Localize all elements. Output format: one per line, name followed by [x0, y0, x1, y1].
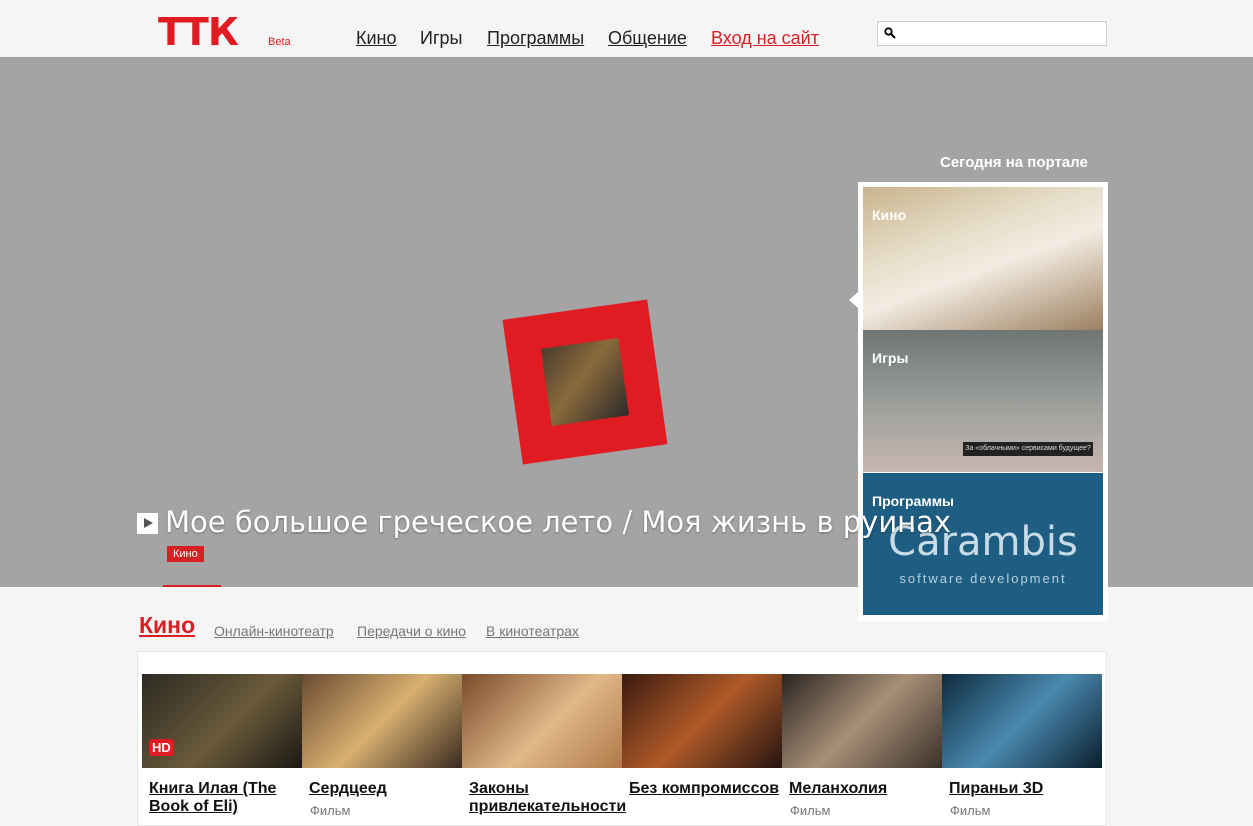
hero-underline	[163, 585, 221, 587]
film-list: HD Книга Илая (The Book of Eli) Сердцеед…	[137, 651, 1107, 826]
tab-online-cinema[interactable]: Онлайн-кинотеатр	[214, 623, 334, 639]
film-title[interactable]: Меланхолия	[789, 780, 959, 798]
loading-frame	[502, 299, 668, 465]
tile-kino-label: Кино	[872, 207, 907, 223]
film-card[interactable]: Пираньи 3D Фильм	[942, 674, 1102, 818]
tile-games-caption: За «облачными» сервисами будущее?	[963, 442, 1093, 456]
active-pointer	[849, 292, 858, 308]
loading-thumbnail	[540, 337, 630, 427]
tab-cinema-shows[interactable]: Передачи о кино	[357, 623, 466, 639]
ttk-logo[interactable]: ТТК	[158, 13, 239, 51]
film-poster[interactable]	[942, 674, 1102, 768]
tile-games-label: Игры	[872, 350, 909, 366]
nav-kino-link[interactable]: Кино	[356, 28, 397, 49]
play-icon[interactable]	[137, 513, 158, 534]
film-title[interactable]: Законы привлекательности	[469, 780, 639, 816]
nav-programs-link[interactable]: Программы	[487, 28, 584, 49]
tab-in-theaters[interactable]: В кинотеатрах	[486, 623, 579, 639]
search-box[interactable]	[877, 21, 1107, 46]
tile-kino[interactable]: Кино	[863, 187, 1103, 330]
site-header: ТТК Beta Кино Игры Программы Общение Вхо…	[0, 0, 1253, 57]
hero-title[interactable]: Мое большое греческое лето / Моя жизнь в…	[165, 505, 951, 539]
tile-programs[interactable]: Программы Carambis software development	[863, 473, 1103, 615]
film-type: Фильм	[790, 803, 831, 818]
film-type: Фильм	[310, 803, 351, 818]
hero-category-badge[interactable]: Кино	[167, 546, 204, 562]
carambis-tagline: software development	[899, 571, 1067, 586]
film-poster[interactable]	[462, 674, 622, 768]
hd-badge: HD	[149, 739, 174, 756]
film-poster[interactable]	[302, 674, 462, 768]
film-card[interactable]: HD Книга Илая (The Book of Eli)	[142, 674, 302, 815]
film-title[interactable]: Сердцеед	[309, 780, 479, 798]
film-card[interactable]: Меланхолия Фильм	[782, 674, 942, 818]
film-poster[interactable]	[782, 674, 942, 768]
film-type: Фильм	[950, 803, 991, 818]
film-card[interactable]: Без компромиссов	[622, 674, 782, 797]
film-poster[interactable]	[622, 674, 782, 768]
login-link[interactable]: Вход на сайт	[711, 28, 819, 49]
film-title[interactable]: Книга Илая (The Book of Eli)	[149, 780, 319, 816]
search-icon	[884, 27, 896, 39]
film-card[interactable]: Сердцеед Фильм	[302, 674, 462, 818]
section-title-kino[interactable]: Кино	[139, 612, 195, 639]
search-input[interactable]	[900, 24, 1104, 45]
film-title[interactable]: Пираньи 3D	[949, 780, 1119, 798]
beta-label: Beta	[268, 36, 291, 48]
today-heading: Сегодня на портале	[940, 154, 1088, 171]
film-card[interactable]: Законы привлекательности	[462, 674, 626, 815]
nav-games-link[interactable]: Игры	[420, 28, 462, 49]
tile-games[interactable]: Игры За «облачными» сервисами будущее?	[863, 330, 1103, 472]
today-panel: Кино Игры За «облачными» сервисами будущ…	[849, 182, 1108, 621]
nav-social-link[interactable]: Общение	[608, 28, 687, 49]
film-title[interactable]: Без компромиссов	[629, 780, 799, 798]
